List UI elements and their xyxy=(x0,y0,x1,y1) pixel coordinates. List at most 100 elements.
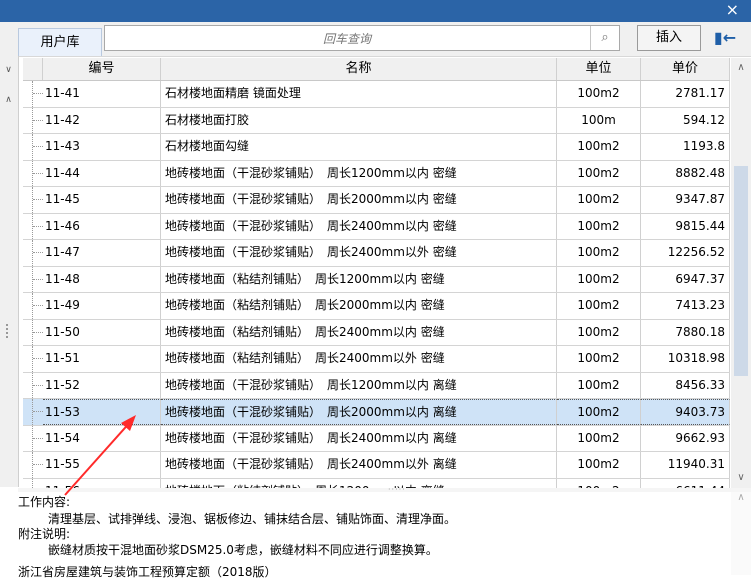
table-row[interactable]: 11-53 地砖楼地面（干混砂浆铺贴） 周长2000mm以内 离缝 100m2 940… xyxy=(23,399,730,426)
description-scrollbar[interactable]: ∧ xyxy=(731,492,751,575)
table-row[interactable]: 11-51 地砖楼地面（粘结剂铺贴） 周长2400mm以外 密缝 100m2 1031… xyxy=(23,346,730,373)
cell-name: 地砖楼地面（干混砂浆铺贴） 周长2400mm以外 离缝 xyxy=(161,452,557,478)
scroll-up-icon[interactable]: ∧ xyxy=(731,60,751,76)
insert-button[interactable]: 插入 xyxy=(637,25,701,51)
table-row[interactable]: 11-52 地砖楼地面（干混砂浆铺贴） 周长1200mm以内 离缝 100m2 845… xyxy=(23,372,730,399)
table-header: 编号 名称 单位 单价 xyxy=(23,58,730,81)
cell-price: 6947.37 xyxy=(641,266,730,292)
cell-code: 11-53 xyxy=(43,399,161,425)
cell-code: 11-54 xyxy=(43,425,161,451)
cell-code: 11-41 xyxy=(43,81,161,107)
cell-price: 8882.48 xyxy=(641,160,730,186)
tree-connector xyxy=(23,452,43,478)
column-header-code[interactable]: 编号 xyxy=(43,58,161,80)
dock-panel-icon[interactable]: ▮← xyxy=(712,27,738,49)
cell-price: 594.12 xyxy=(641,107,730,133)
left-collapse-panel: ∨ ∧ xyxy=(0,56,19,487)
cell-code: 11-49 xyxy=(43,293,161,319)
cell-unit: 100m2 xyxy=(557,160,641,186)
table-row[interactable]: 11-47 地砖楼地面（干混砂浆铺贴） 周长2400mm以外 密缝 100m2 122… xyxy=(23,240,730,267)
tree-connector xyxy=(23,187,43,213)
tree-connector xyxy=(23,319,43,346)
cell-name: 地砖楼地面（粘结剂铺贴） 周长1200mm以内 密缝 xyxy=(161,266,557,292)
cell-price: 9403.73 xyxy=(641,399,730,425)
cell-price: 12256.52 xyxy=(641,240,730,266)
scroll-thumb[interactable] xyxy=(734,166,748,376)
cell-unit: 100m2 xyxy=(557,372,641,398)
column-header-unit[interactable]: 单位 xyxy=(557,58,641,80)
tree-connector xyxy=(23,81,43,107)
table-row[interactable]: 11-48 地砖楼地面（粘结剂铺贴） 周长1200mm以内 密缝 100m2 6947… xyxy=(23,266,730,293)
cell-code: 11-55 xyxy=(43,452,161,478)
cell-price: 11940.31 xyxy=(641,452,730,478)
cell-name: 地砖楼地面（干混砂浆铺贴） 周长2400mm以外 密缝 xyxy=(161,240,557,266)
table-row[interactable]: 11-46 地砖楼地面（干混砂浆铺贴） 周长2400mm以内 密缝 100m2 981… xyxy=(23,213,730,240)
table-row[interactable]: 11-42 石材楼地面打胶 100m 594.12 xyxy=(23,107,730,134)
search-box: ⌕ xyxy=(104,25,620,51)
cell-unit: 100m xyxy=(557,107,641,133)
cell-code: 11-52 xyxy=(43,372,161,398)
tree-connector xyxy=(23,160,43,187)
cell-code: 11-45 xyxy=(43,187,161,213)
cell-code: 11-48 xyxy=(43,266,161,292)
tree-connector xyxy=(23,134,43,160)
cell-name: 地砖楼地面（干混砂浆铺贴） 周长2000mm以内 密缝 xyxy=(161,187,557,213)
close-button[interactable]: × xyxy=(726,0,739,20)
cell-unit: 100m2 xyxy=(557,425,641,451)
tree-connector xyxy=(23,213,43,240)
cell-name: 地砖楼地面（干混砂浆铺贴） 周长1200mm以内 离缝 xyxy=(161,372,557,398)
chevron-down-icon[interactable]: ∨ xyxy=(0,62,17,78)
cell-code: 11-50 xyxy=(43,319,161,345)
table-row[interactable]: 11-50 地砖楼地面（粘结剂铺贴） 周长2400mm以内 密缝 100m2 7880… xyxy=(23,319,730,346)
description-panel: 工作内容: 清理基层、试排弹线、浸泡、锯板修边、铺抹结合层、铺贴饰面、清理净面。… xyxy=(18,492,731,579)
source-text: 浙江省房屋建筑与装饰工程预算定额（2018版） xyxy=(18,565,277,579)
table-row[interactable]: 11-43 石材楼地面勾缝 100m2 1193.8 xyxy=(23,134,730,161)
table-scrollbar[interactable]: ∧ ∨ xyxy=(731,58,751,488)
cell-name: 地砖楼地面（干混砂浆铺贴） 周长2000mm以内 离缝 xyxy=(161,399,557,425)
table-row[interactable]: 11-49 地砖楼地面（粘结剂铺贴） 周长2000mm以内 密缝 100m2 7413… xyxy=(23,293,730,320)
tree-connector xyxy=(23,266,43,293)
table-row[interactable]: 11-41 石材楼地面精磨 镜面处理 100m2 2781.17 xyxy=(23,81,730,108)
scroll-down-icon[interactable]: ∨ xyxy=(731,470,751,486)
cell-unit: 100m2 xyxy=(557,293,641,319)
table-row[interactable]: 11-44 地砖楼地面（干混砂浆铺贴） 周长1200mm以内 密缝 100m2 888… xyxy=(23,160,730,187)
table-row[interactable]: 11-55 地砖楼地面（干混砂浆铺贴） 周长2400mm以外 离缝 100m2 119… xyxy=(23,452,730,479)
table-row[interactable]: 11-56地砖楼地面（粘结剂铺贴） 周长1200mm以内 离缝100m26611… xyxy=(23,478,730,488)
search-input[interactable] xyxy=(105,27,589,51)
cell-code: 11-42 xyxy=(43,107,161,133)
column-header-price[interactable]: 单价 xyxy=(641,58,730,80)
cell-price: 6611.44 xyxy=(641,478,730,488)
cell-unit: 100m2 xyxy=(557,346,641,372)
splitter-grip[interactable] xyxy=(6,324,12,338)
cell-price: 10318.98 xyxy=(641,346,730,372)
work-content-label: 工作内容: xyxy=(18,495,71,509)
cell-name: 石材楼地面打胶 xyxy=(161,107,557,133)
cell-name: 石材楼地面精磨 镜面处理 xyxy=(161,81,557,107)
search-icon[interactable]: ⌕ xyxy=(590,26,619,50)
toolbar: 用户库 ⌕ 插入 ▮← xyxy=(0,22,751,57)
cell-price: 9662.93 xyxy=(641,425,730,451)
tree-connector xyxy=(23,107,43,134)
chevron-up-icon[interactable]: ∧ xyxy=(0,92,17,108)
cell-unit: 100m2 xyxy=(557,81,641,107)
cell-name: 地砖楼地面（粘结剂铺贴） 周长2400mm以外 密缝 xyxy=(161,346,557,372)
table-row[interactable]: 11-45 地砖楼地面（干混砂浆铺贴） 周长2000mm以内 密缝 100m2 934… xyxy=(23,187,730,214)
cell-code: 11-56 xyxy=(43,478,161,488)
cell-price: 7880.18 xyxy=(641,319,730,345)
tab-user-library[interactable]: 用户库 xyxy=(18,28,102,56)
cell-name: 地砖楼地面（干混砂浆铺贴） 周长2400mm以内 离缝 xyxy=(161,425,557,451)
note-text: 嵌缝材质按干混地面砂浆DSM25.0考虑，嵌缝材料不同应进行调整换算。 xyxy=(48,543,438,557)
cell-name: 地砖楼地面（粘结剂铺贴） 周长2000mm以内 密缝 xyxy=(161,293,557,319)
column-header-name[interactable]: 名称 xyxy=(161,58,557,80)
tree-connector xyxy=(23,425,43,452)
tree-column-header xyxy=(23,58,43,80)
cell-name: 地砖楼地面（粘结剂铺贴） 周长2400mm以内 密缝 xyxy=(161,319,557,345)
cell-unit: 100m2 xyxy=(557,452,641,478)
cell-name: 石材楼地面勾缝 xyxy=(161,134,557,160)
cell-code: 11-47 xyxy=(43,240,161,266)
cell-name: 地砖楼地面（粘结剂铺贴） 周长1200mm以内 离缝 xyxy=(161,478,557,488)
table-row[interactable]: 11-54 地砖楼地面（干混砂浆铺贴） 周长2400mm以内 离缝 100m2 966… xyxy=(23,425,730,452)
cell-price: 8456.33 xyxy=(641,372,730,398)
cell-code: 11-44 xyxy=(43,160,161,186)
note-label: 附注说明: xyxy=(18,527,71,541)
